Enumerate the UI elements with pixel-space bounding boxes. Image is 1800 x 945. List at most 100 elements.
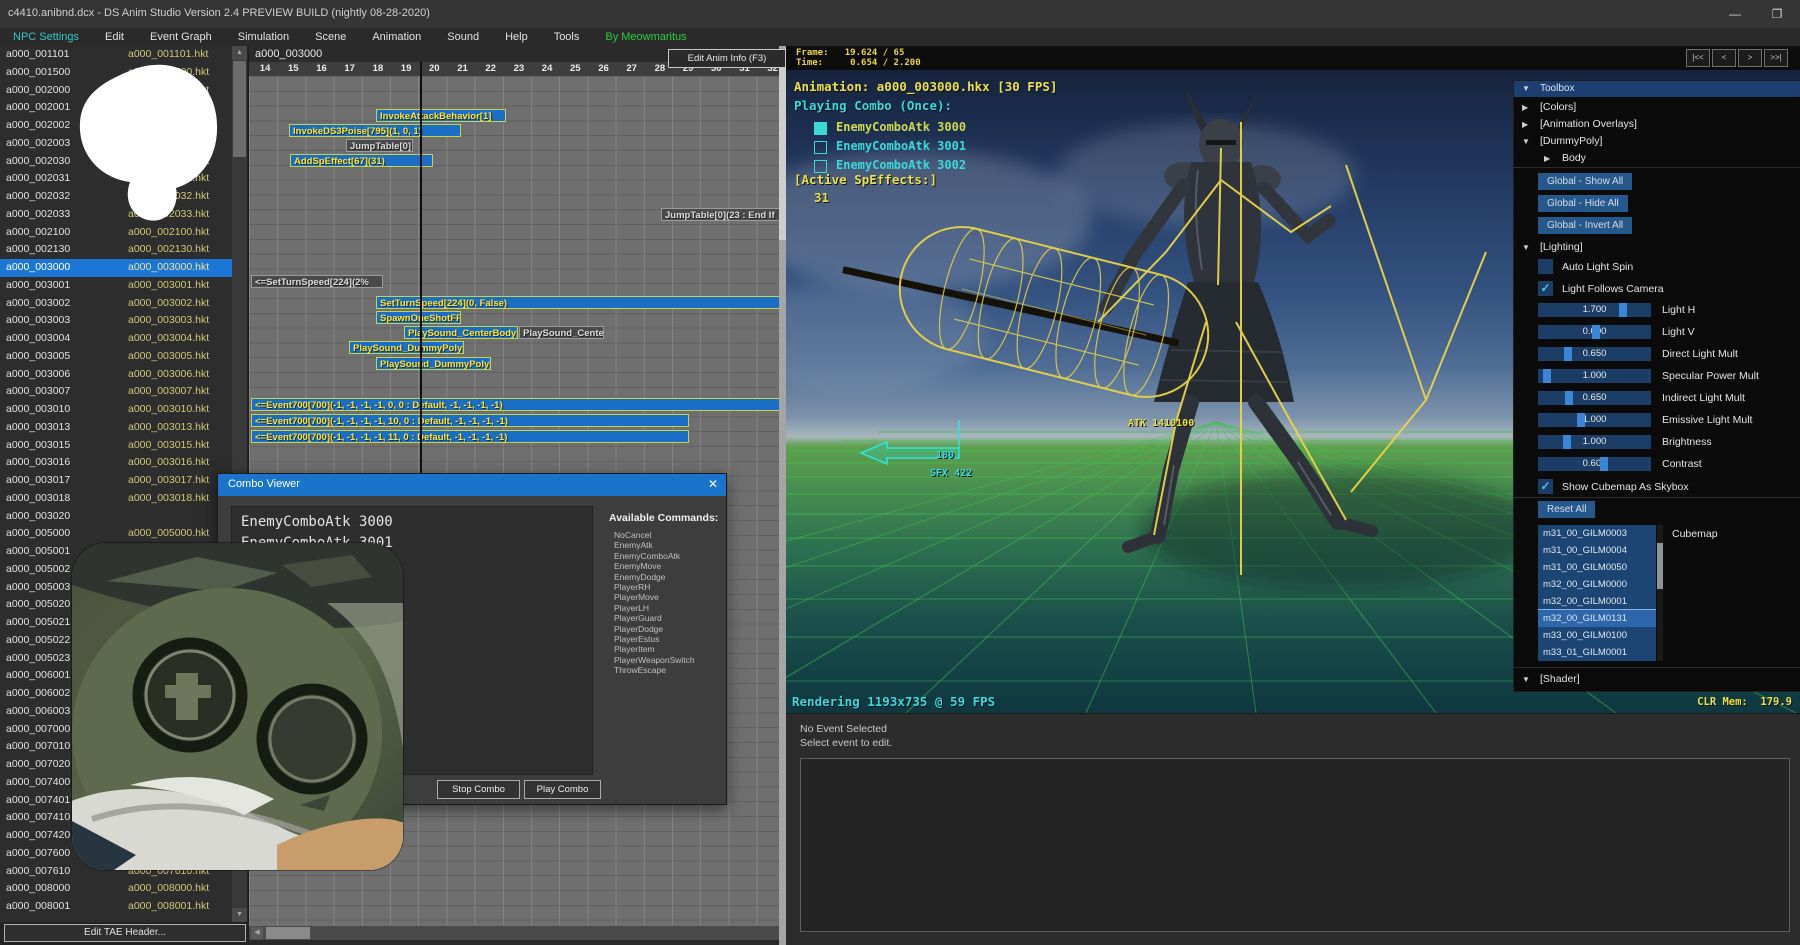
slider-brightness[interactable]: 1.000 [1538,435,1651,449]
minimize-button[interactable]: — [1718,4,1752,24]
slider-handle[interactable] [1563,435,1571,449]
slider-handle[interactable] [1543,369,1551,383]
checkbox-checked[interactable]: ✓ [1538,281,1553,296]
list-item[interactable]: a000_003000a000_003000.hkt [0,259,232,277]
playback-button-2[interactable]: > [1738,49,1762,67]
lighting-header[interactable]: ▼[Lighting] [1522,241,1583,253]
menu-item-npc-settings[interactable]: NPC Settings [0,28,92,46]
timeline-event[interactable]: PlaySound_DummyPoly[191] [349,341,464,354]
cubemap-item[interactable]: m32_00_GILM0000 [1538,576,1656,593]
toolbox-header[interactable]: ▼Toolbox [1514,81,1800,97]
dialog-title-bar[interactable]: Combo Viewer ✕ [218,474,726,496]
list-item[interactable]: a000_003010a000_003010.hkt [0,401,232,419]
timeline-event[interactable]: SetTurnSpeed[224](0, False) [376,296,780,309]
cubemap-item[interactable]: m31_00_GILM0004 [1538,542,1656,559]
global-button-2[interactable]: Global - Invert All [1538,217,1632,234]
cubemap-item[interactable]: m31_00_GILM0003 [1538,525,1656,542]
menu-item-event-graph[interactable]: Event Graph [137,28,225,46]
tree-item-colors[interactable]: ▶[Colors] [1522,101,1576,113]
combo-checkbox[interactable] [814,122,827,135]
menu-item-scene[interactable]: Scene [302,28,359,46]
timeline-event[interactable]: InvokeAttackBehavior[1] [376,109,506,122]
cubemap-item[interactable]: m32_00_GILM0001 [1538,593,1656,610]
timeline-event[interactable]: PlaySound_CenterBod](123) [519,326,604,339]
list-item[interactable]: a000_003004a000_003004.hkt [0,330,232,348]
slider-direct-light-mult[interactable]: 0.650 [1538,347,1651,361]
global-button-0[interactable]: Global - Show All [1538,173,1632,190]
menu-item-by-meowmaritus[interactable]: By Meowmaritus [592,28,699,46]
timeline-vertical-scrollbar[interactable] [779,46,786,945]
scrollbar-thumb[interactable] [233,61,246,157]
list-item[interactable]: a000_003007a000_003007.hkt [0,383,232,401]
event-editor-box[interactable] [800,758,1790,932]
slider-contrast[interactable]: 0.600 [1538,457,1651,471]
chevron-right-icon[interactable]: ▶ [1544,154,1562,163]
slider-handle[interactable] [1577,413,1585,427]
menu-item-help[interactable]: Help [492,28,541,46]
scroll-left-icon[interactable]: ◀ [251,927,263,939]
list-item[interactable]: a000_003006a000_003006.hkt [0,366,232,384]
timeline-event[interactable]: PlaySound_DummyPoly[191] [376,357,491,370]
list-item[interactable]: a000_003017a000_003017.hkt [0,472,232,490]
chevron-right-icon[interactable]: ▶ [1522,120,1540,129]
slider-light-v[interactable]: 0.000 [1538,325,1651,339]
slider-emissive-light-mult[interactable]: 1.000 [1538,413,1651,427]
reset-all-button[interactable]: Reset All [1538,501,1595,518]
slider-specular-power-mult[interactable]: 1.000 [1538,369,1651,383]
global-button-1[interactable]: Global - Hide All [1538,195,1628,212]
timeline-event[interactable]: <=Event700[700](-1, -1, -1, -1, 0, 0 : D… [251,398,780,411]
scrollbar-thumb[interactable] [779,60,786,240]
shader-header[interactable]: ▼[Shader] [1522,673,1580,685]
cubemap-item[interactable]: m31_00_GILM0050 [1538,559,1656,576]
tree-item-body[interactable]: ▶Body [1544,152,1586,164]
tree-item-dummypoly[interactable]: ▼[DummyPoly] [1522,135,1602,147]
combo-checkbox[interactable] [814,141,827,154]
tree-item-animationoverlays[interactable]: ▶[Animation Overlays] [1522,118,1637,130]
close-icon[interactable]: ✕ [708,477,718,491]
timeline-event[interactable]: InvokeDS3Poise[795](1, 0, 1) [289,124,461,137]
slider-indirect-light-mult[interactable]: 0.650 [1538,391,1651,405]
slider-handle[interactable] [1564,347,1572,361]
scrollbar-thumb[interactable] [266,927,310,939]
cubemap-item[interactable]: m33_01_GILM0001 [1538,644,1656,661]
menu-item-simulation[interactable]: Simulation [225,28,302,46]
playback-button-0[interactable]: |<< [1686,49,1710,67]
cubemap-item[interactable]: m32_00_GILM0131 [1538,610,1656,627]
slider-handle[interactable] [1565,391,1573,405]
list-item[interactable]: a000_003018a000_003018.hkt [0,490,232,508]
scrollbar-thumb[interactable] [1657,543,1663,589]
edit-tae-header-button[interactable]: Edit TAE Header... [4,924,246,942]
timeline-event[interactable]: JumpTable[0](23 : End If [661,208,780,221]
checkbox-unchecked[interactable] [1538,259,1553,274]
slider-handle[interactable] [1592,325,1600,339]
timeline-event[interactable]: JumpTable[0] [346,139,413,152]
menu-item-sound[interactable]: Sound [434,28,492,46]
slider-handle[interactable] [1600,457,1608,471]
list-item[interactable]: a000_003001a000_003001.hkt [0,277,232,295]
list-item[interactable]: a000_003020 [0,508,232,526]
scroll-down-icon[interactable]: ▼ [232,908,247,922]
list-item[interactable]: a000_003016a000_003016.hkt [0,454,232,472]
list-item[interactable]: a000_003013a000_003013.hkt [0,419,232,437]
list-item[interactable]: a000_008000a000_008000.hkt [0,880,232,898]
timeline-playhead[interactable] [420,62,422,473]
play-combo-button[interactable]: Play Combo [524,780,601,799]
cubemap-list[interactable]: m31_00_GILM0003m31_00_GILM0004m31_00_GIL… [1538,525,1656,661]
list-item[interactable]: a000_002100a000_002100.hkt [0,224,232,242]
timeline-event[interactable]: <=Event700[700](-1, -1, -1, -1, 11, 0 : … [251,430,689,443]
list-item[interactable]: a000_005000a000_005000.hkt [0,525,232,543]
slider-handle[interactable] [1619,303,1627,317]
list-item[interactable]: a000_002130a000_002130.hkt [0,241,232,259]
timeline-event[interactable]: AddSpEffect[67](31) [290,154,433,167]
timeline-h-scrollbar[interactable]: ◀ [249,926,780,940]
slider-light-h[interactable]: 1.700 [1538,303,1651,317]
list-item[interactable]: a000_003003a000_003003.hkt [0,312,232,330]
chevron-right-icon[interactable]: ▶ [1522,103,1540,112]
cubemap-item[interactable]: m33_00_GILM0100 [1538,627,1656,644]
chevron-down-icon[interactable]: ▼ [1522,137,1540,146]
list-item[interactable]: a000_003015a000_003015.hkt [0,437,232,455]
timeline-event[interactable]: <=Event700[700](-1, -1, -1, -1, 10, 0 : … [251,414,689,427]
cubemap-scrollbar[interactable] [1657,525,1663,661]
menu-item-edit[interactable]: Edit [92,28,137,46]
list-item[interactable]: a000_003002a000_003002.hkt [0,295,232,313]
